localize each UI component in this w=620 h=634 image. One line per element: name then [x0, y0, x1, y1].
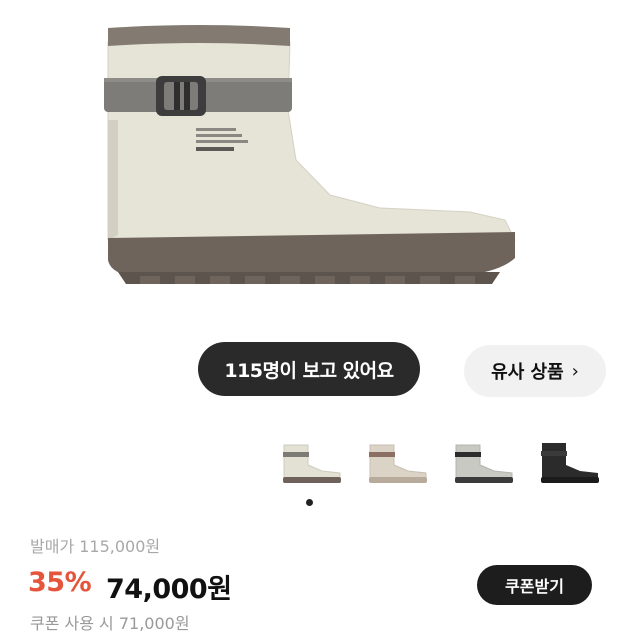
- boot-illustration: [104, 25, 516, 284]
- thumbnail-black[interactable]: [536, 437, 606, 489]
- thumbnail-gray[interactable]: [450, 437, 520, 489]
- thumbnail-beige[interactable]: [364, 437, 434, 489]
- similar-products-button[interactable]: 유사 상품 ›: [464, 345, 606, 397]
- coupon-price-line: 쿠폰 사용 시 71,000원: [30, 614, 190, 633]
- color-thumbnails: [278, 437, 608, 489]
- coupon-button-label: 쿠폰받기: [505, 577, 564, 596]
- discount-rate: 35%: [28, 567, 92, 598]
- viewer-count-badge: 115명이 보고 있어요: [198, 342, 420, 396]
- coupon-button[interactable]: 쿠폰받기: [477, 565, 592, 605]
- viewer-count-label: 115명이 보고 있어요: [224, 359, 394, 382]
- thumbnail-cream[interactable]: [278, 437, 348, 489]
- carousel-indicator-dot: [306, 499, 313, 506]
- product-image[interactable]: [0, 0, 620, 335]
- similar-products-label: 유사 상품: [491, 362, 564, 383]
- chevron-right-icon: ›: [571, 360, 579, 382]
- list-price: 발매가 115,000원: [30, 537, 161, 556]
- sale-price: 74,000원: [106, 574, 232, 605]
